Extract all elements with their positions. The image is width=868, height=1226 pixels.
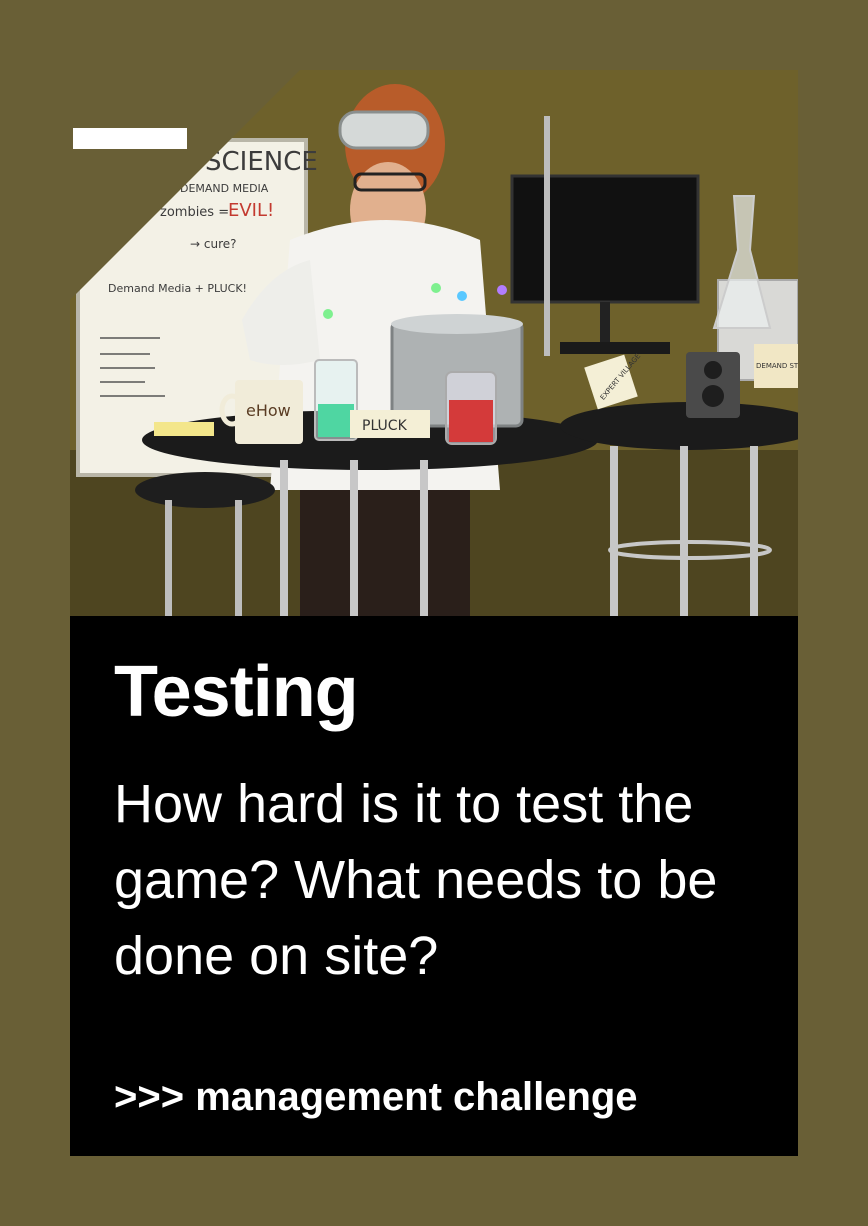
mug-label: eHow [246, 401, 291, 420]
card-question: How hard is it to test the game? What ne… [114, 774, 718, 986]
card-title: Testing [114, 652, 359, 732]
card-category: >>> management challenge [114, 1075, 638, 1119]
corner-cutout [70, 70, 300, 300]
challenge-card: SCIENCE DEMAND MEDIA zombies = EVIL! → c… [70, 70, 798, 1156]
corner-accent-bar [73, 128, 187, 149]
card-label: DEMAND STUDIOS [756, 362, 798, 370]
jar-label: PLUCK [362, 418, 408, 434]
text-panel: Testing How hard is it to test the game?… [70, 616, 798, 1156]
lab-scientist-photo: SCIENCE DEMAND MEDIA zombies = EVIL! → c… [70, 70, 798, 616]
